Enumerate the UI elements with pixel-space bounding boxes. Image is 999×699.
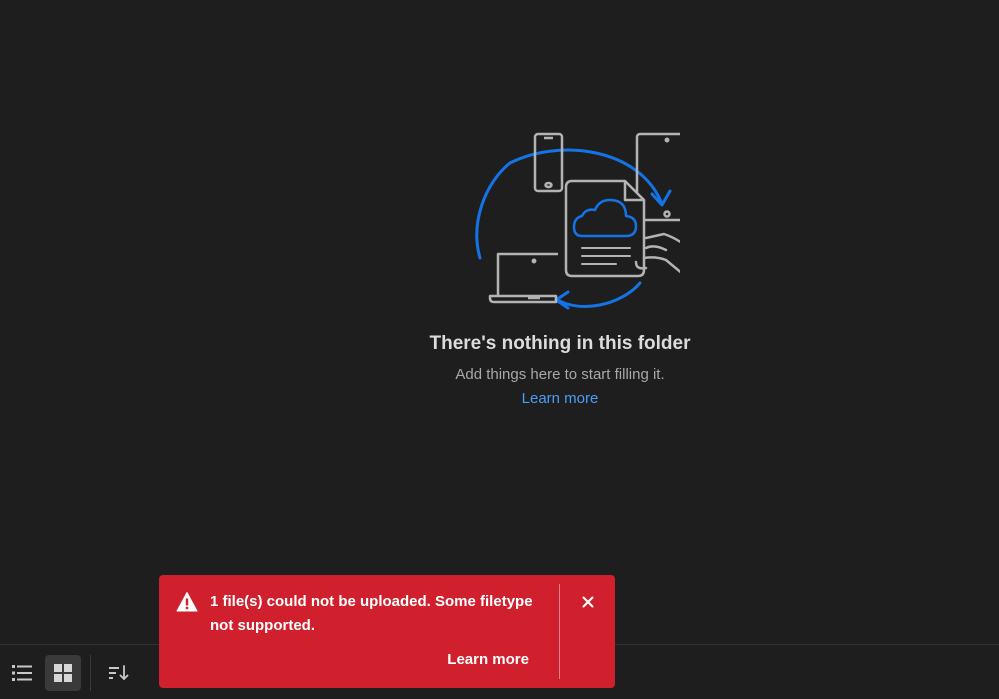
error-toast: 1 file(s) could not be uploaded. Some fi…	[159, 575, 615, 688]
toast-divider	[559, 584, 560, 679]
toast-learn-more-button[interactable]: Learn more	[447, 650, 529, 670]
list-view-button[interactable]	[4, 655, 40, 691]
grid-view-icon	[54, 664, 72, 682]
empty-state: There's nothing in this folder Add thing…	[400, 128, 720, 409]
toolbar-divider	[90, 655, 91, 691]
sort-button[interactable]	[101, 655, 137, 691]
learn-more-link[interactable]: Learn more	[522, 389, 599, 409]
empty-state-title: There's nothing in this folder	[429, 333, 691, 354]
list-view-icon	[12, 665, 32, 681]
empty-state-subtitle: Add things here to start filling it.	[455, 366, 665, 383]
toast-close-button[interactable]	[578, 592, 598, 612]
sort-icon	[109, 665, 129, 680]
app-window: There's nothing in this folder Add thing…	[0, 0, 999, 699]
grid-view-button[interactable]	[45, 655, 81, 691]
toast-message: 1 file(s) could not be uploaded. Some fi…	[210, 593, 533, 634]
devices-sync-cloud-illustration	[475, 132, 680, 310]
alert-triangle-icon	[176, 592, 198, 612]
close-icon	[582, 596, 594, 608]
